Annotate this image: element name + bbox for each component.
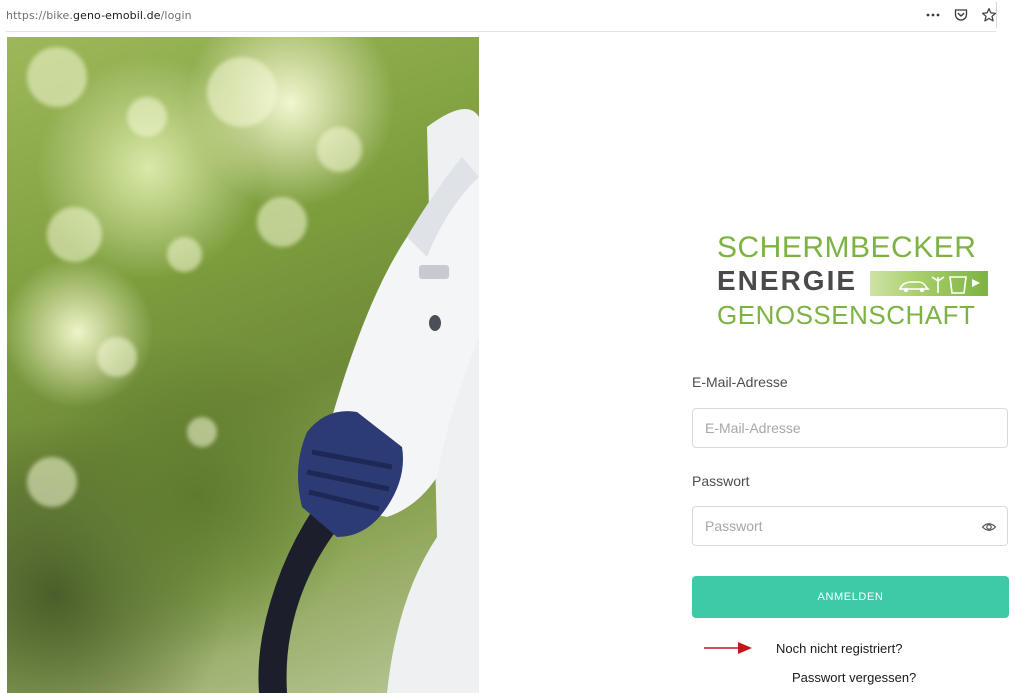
pocket-icon[interactable] [953,7,969,23]
password-label: Passwort [692,473,750,489]
email-label: E-Mail-Adresse [692,374,788,390]
browser-toolbar: https://bike.geno-emobil.de/login [0,0,1017,36]
password-field-wrapper [692,506,1008,546]
forgot-password-link[interactable]: Passwort vergessen? [792,670,916,685]
toolbar-underline [6,31,996,32]
toolbar-divider [996,2,997,28]
password-field[interactable] [693,507,1007,545]
ev-charging-plug [258,109,479,693]
url-prefix: https://bike. [6,9,74,22]
red-arrow-annotation [704,642,752,654]
hero-image [7,37,479,693]
url-host: geno-emobil.de [73,9,161,22]
url-path: /login [160,9,192,22]
page-actions [925,5,997,25]
more-dots-icon[interactable] [925,7,941,23]
login-button[interactable]: ANMELDEN [692,576,1009,618]
logo-line-2: ENERGIE [717,265,858,296]
register-link[interactable]: Noch nicht registriert? [776,641,902,656]
plug-hole [429,315,441,331]
logo-line-3: GENOSSENSCHAFT [717,300,976,330]
address-bar-url[interactable]: https://bike.geno-emobil.de/login [6,9,192,22]
car-wind-icon [898,276,980,294]
company-logo: SCHERMBECKER ENERGIE GENOSSENSCHAFT [717,231,997,331]
email-field-wrapper [692,408,1008,448]
logo-line-1: SCHERMBECKER [717,231,977,264]
star-icon[interactable] [981,7,997,23]
eye-icon[interactable] [981,519,997,535]
plug-clip [419,265,449,279]
email-field[interactable] [693,409,1007,447]
logo-icon-band [870,271,988,296]
